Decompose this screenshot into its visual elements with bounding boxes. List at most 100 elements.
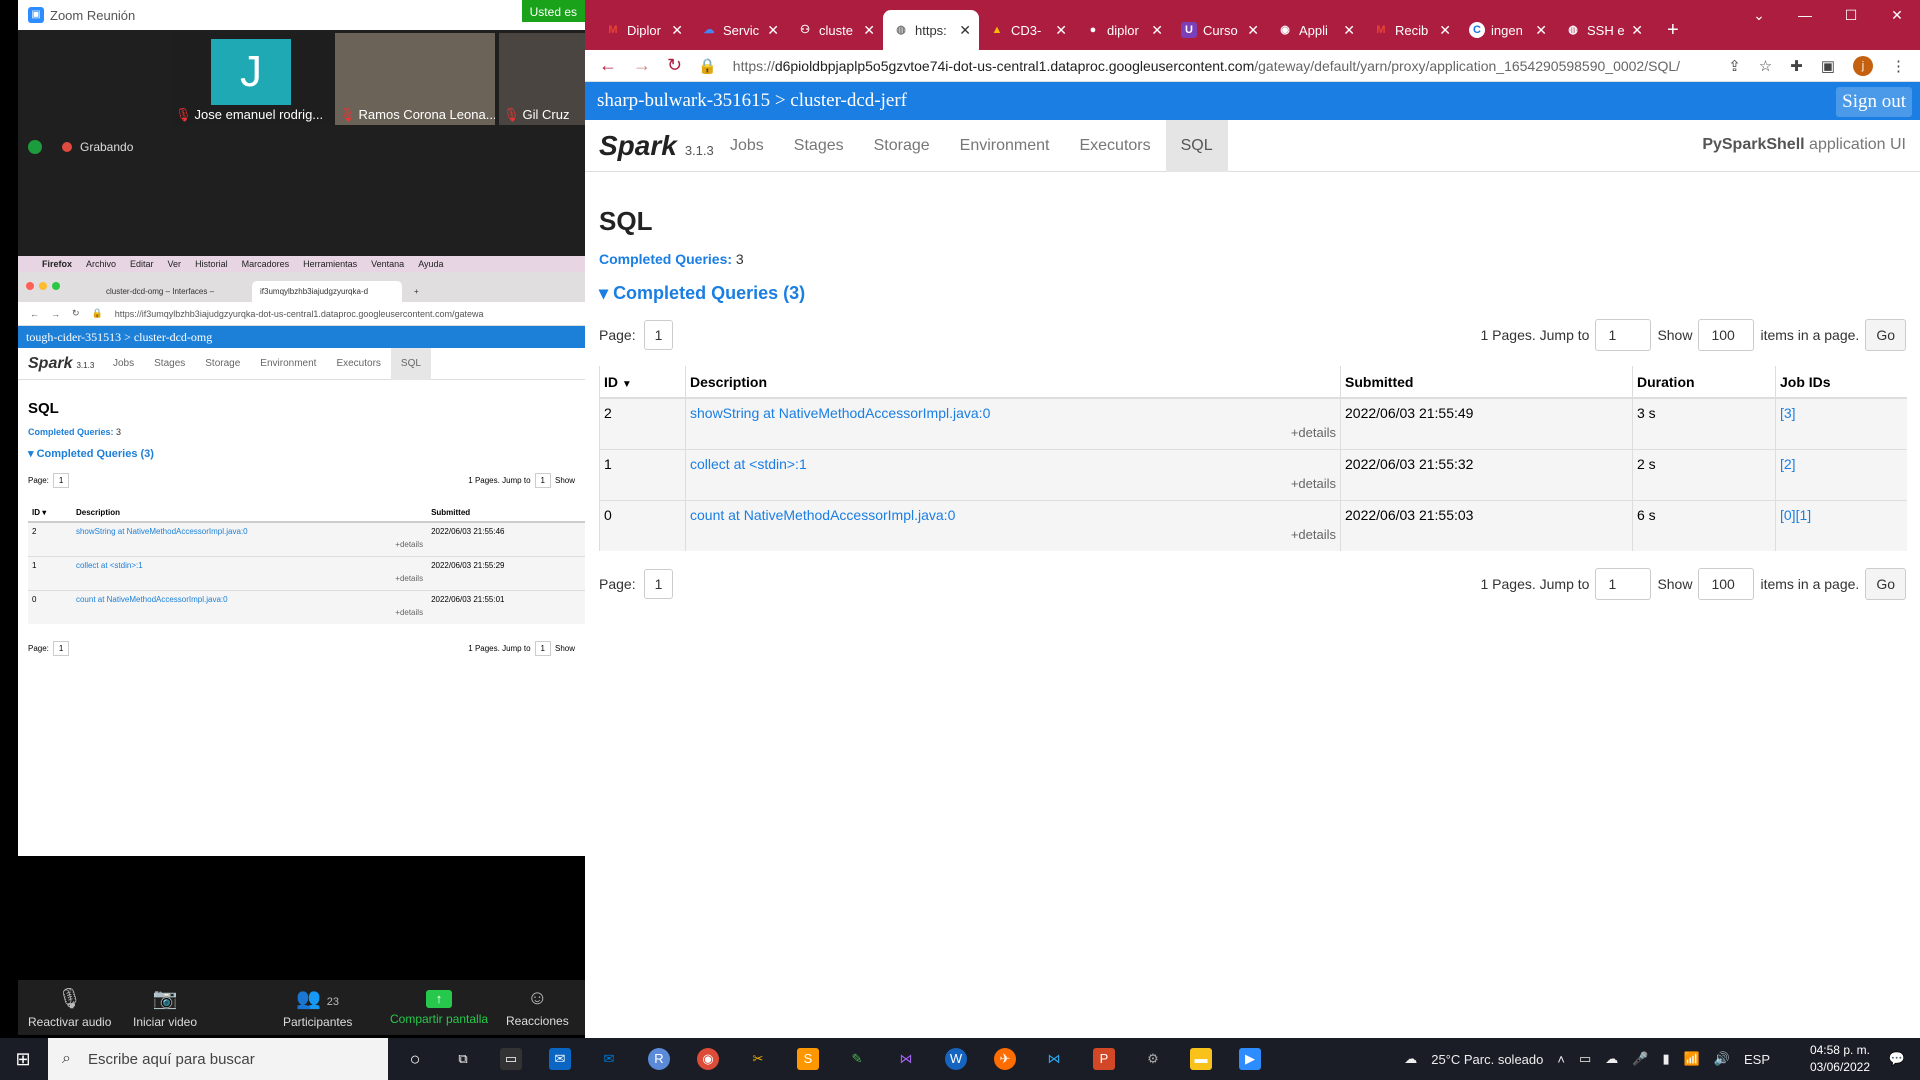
col-submitted[interactable]: Submitted bbox=[427, 504, 585, 523]
details-link[interactable]: +details bbox=[76, 608, 423, 617]
volume-icon[interactable]: 🔊 bbox=[1714, 1051, 1730, 1067]
close-icon[interactable]: ✕ bbox=[1535, 22, 1547, 39]
language-indicator[interactable]: ESP bbox=[1744, 1052, 1770, 1067]
details-link[interactable]: +details bbox=[690, 476, 1336, 491]
completed-label[interactable]: Completed Queries: bbox=[28, 427, 114, 437]
query-link[interactable]: showString at NativeMethodAccessorImpl.j… bbox=[690, 405, 990, 421]
nav-executors[interactable]: Executors bbox=[326, 348, 390, 380]
tab-search-icon[interactable]: ⌄ bbox=[1736, 0, 1782, 30]
details-link[interactable]: +details bbox=[690, 527, 1336, 542]
snip-icon[interactable]: ✎ bbox=[846, 1048, 868, 1070]
sublime-icon[interactable]: S bbox=[797, 1048, 819, 1070]
browser-tab[interactable]: ⚇ cluste ✕ bbox=[787, 10, 883, 50]
minimize-icon[interactable]: — bbox=[1782, 0, 1828, 30]
mic-icon[interactable]: 🎤 bbox=[1632, 1051, 1648, 1067]
details-link[interactable]: +details bbox=[76, 540, 423, 549]
details-link[interactable]: +details bbox=[690, 425, 1336, 440]
postman-icon[interactable]: ✈ bbox=[994, 1048, 1016, 1070]
settings-icon[interactable]: ⚙ bbox=[1142, 1048, 1164, 1070]
close-icon[interactable]: ✕ bbox=[767, 22, 779, 39]
browser-tab[interactable]: ◍ SSH e ✕ bbox=[1555, 10, 1651, 50]
battery-icon[interactable]: ▮ bbox=[1662, 1051, 1669, 1067]
r-app-icon[interactable]: R bbox=[648, 1048, 670, 1070]
participants-button[interactable]: 👥 23 Participantes bbox=[283, 986, 352, 1029]
page-button[interactable]: 1 bbox=[52, 472, 70, 488]
notifications-icon[interactable]: 💬 bbox=[1886, 1048, 1908, 1070]
new-tab-icon[interactable]: + bbox=[1657, 10, 1697, 50]
col-submitted[interactable]: Submitted bbox=[1340, 366, 1633, 399]
mail-icon[interactable]: ✉ bbox=[549, 1048, 571, 1070]
profile-avatar[interactable]: j bbox=[1853, 55, 1873, 76]
menu-item[interactable]: Editar bbox=[130, 259, 154, 269]
url-text[interactable]: https://if3umqylbzhb3iajudgzyurqka-dot-u… bbox=[115, 309, 484, 319]
browser-tab[interactable]: ▲ CD3- ✕ bbox=[979, 10, 1075, 50]
col-description[interactable]: Description bbox=[71, 504, 428, 523]
menu-icon[interactable]: ⋮ bbox=[1891, 57, 1906, 75]
nav-sql[interactable]: SQL bbox=[1165, 119, 1228, 172]
close-icon[interactable]: ✕ bbox=[1343, 22, 1355, 39]
terminal-icon[interactable]: ▭ bbox=[500, 1048, 522, 1070]
job-link[interactable]: [2] bbox=[1780, 456, 1796, 472]
go-button[interactable]: Go bbox=[1865, 319, 1906, 351]
close-icon[interactable]: ✕ bbox=[1631, 22, 1643, 39]
query-link[interactable]: showString at NativeMethodAccessorImpl.j… bbox=[76, 527, 248, 536]
share-screen-button[interactable]: ↑ Compartir pantalla bbox=[390, 989, 488, 1026]
jump-input[interactable]: 1 bbox=[1595, 568, 1652, 600]
go-button[interactable]: Go bbox=[1865, 568, 1906, 600]
chrome-icon[interactable]: ◉ bbox=[697, 1048, 719, 1070]
onedrive-icon[interactable]: ☁ bbox=[1605, 1051, 1618, 1067]
close-icon[interactable]: ✕ bbox=[671, 22, 683, 39]
forward-icon[interactable]: → bbox=[633, 55, 651, 76]
menu-item[interactable]: Firefox bbox=[42, 259, 72, 269]
meet-icon[interactable]: ▭ bbox=[1579, 1051, 1591, 1067]
menu-item[interactable]: Ver bbox=[168, 259, 182, 269]
cortana-icon[interactable]: ○ bbox=[404, 1048, 426, 1070]
outlook-icon[interactable]: ✉ bbox=[598, 1048, 620, 1070]
nav-jobs[interactable]: Jobs bbox=[103, 348, 144, 380]
tools-icon[interactable]: ✂ bbox=[747, 1048, 769, 1070]
taskbar-search[interactable]: ⌕ Escribe aquí para buscar bbox=[48, 1038, 388, 1080]
zoom-icon[interactable]: ▶ bbox=[1239, 1048, 1261, 1070]
menu-item[interactable]: Ayuda bbox=[418, 259, 443, 269]
close-window-icon[interactable]: ✕ bbox=[1874, 0, 1920, 30]
close-icon[interactable]: ✕ bbox=[1055, 22, 1067, 39]
page-button[interactable]: 1 bbox=[643, 320, 674, 350]
browser-tab-active[interactable]: if3umqylbzhb3iajudgzyurqka-d bbox=[252, 281, 402, 302]
close-icon[interactable]: ✕ bbox=[863, 22, 875, 39]
page-button[interactable]: 1 bbox=[643, 569, 674, 599]
participant-tile[interactable]: 🎙 Gil Cruz bbox=[499, 33, 585, 125]
page-size-input[interactable]: 100 bbox=[1698, 568, 1755, 600]
browser-tab[interactable]: cluster-dcd-omg – Interfaces – bbox=[98, 281, 248, 302]
page-button[interactable]: 1 bbox=[52, 640, 70, 656]
close-icon[interactable]: ✕ bbox=[1439, 22, 1451, 39]
nav-stages[interactable]: Stages bbox=[779, 120, 859, 172]
chevron-up-icon[interactable]: ˄ bbox=[1557, 1052, 1565, 1067]
section-toggle[interactable]: ▾ Completed Queries (3) bbox=[28, 447, 575, 460]
query-link[interactable]: collect at <stdin>:1 bbox=[76, 561, 143, 570]
nav-executors[interactable]: Executors bbox=[1064, 120, 1165, 172]
menu-item[interactable]: Ventana bbox=[371, 259, 404, 269]
col-job-ids[interactable]: Job IDs bbox=[1775, 366, 1907, 399]
col-id[interactable]: ID ▾ bbox=[28, 504, 72, 523]
menu-item[interactable]: Archivo bbox=[86, 259, 116, 269]
maximize-icon[interactable]: ☐ bbox=[1828, 0, 1874, 30]
close-icon[interactable]: ✕ bbox=[959, 22, 971, 39]
menu-item[interactable]: Historial bbox=[195, 259, 228, 269]
windows-start-icon[interactable]: ⊞ bbox=[12, 1048, 34, 1070]
close-icon[interactable]: ✕ bbox=[1247, 22, 1259, 39]
nav-sql[interactable]: SQL bbox=[390, 347, 431, 380]
jump-input[interactable]: 1 bbox=[534, 640, 551, 656]
query-link[interactable]: count at NativeMethodAccessorImpl.java:0 bbox=[690, 507, 955, 523]
col-duration[interactable]: Duration bbox=[1632, 366, 1776, 399]
reload-icon[interactable]: ↻ bbox=[72, 308, 80, 319]
new-tab-icon[interactable]: + bbox=[406, 281, 426, 302]
back-icon[interactable]: ← bbox=[599, 55, 617, 76]
folder-icon[interactable]: ▬ bbox=[1190, 1048, 1212, 1070]
col-id[interactable]: ID ▼ bbox=[599, 366, 686, 399]
close-icon[interactable]: ✕ bbox=[1151, 22, 1163, 39]
col-description[interactable]: Description bbox=[685, 366, 1341, 399]
forward-icon[interactable]: → bbox=[51, 309, 60, 319]
nav-storage[interactable]: Storage bbox=[859, 120, 945, 172]
page-size-input[interactable]: 100 bbox=[1698, 319, 1755, 351]
reload-icon[interactable]: ↻ bbox=[667, 55, 682, 76]
